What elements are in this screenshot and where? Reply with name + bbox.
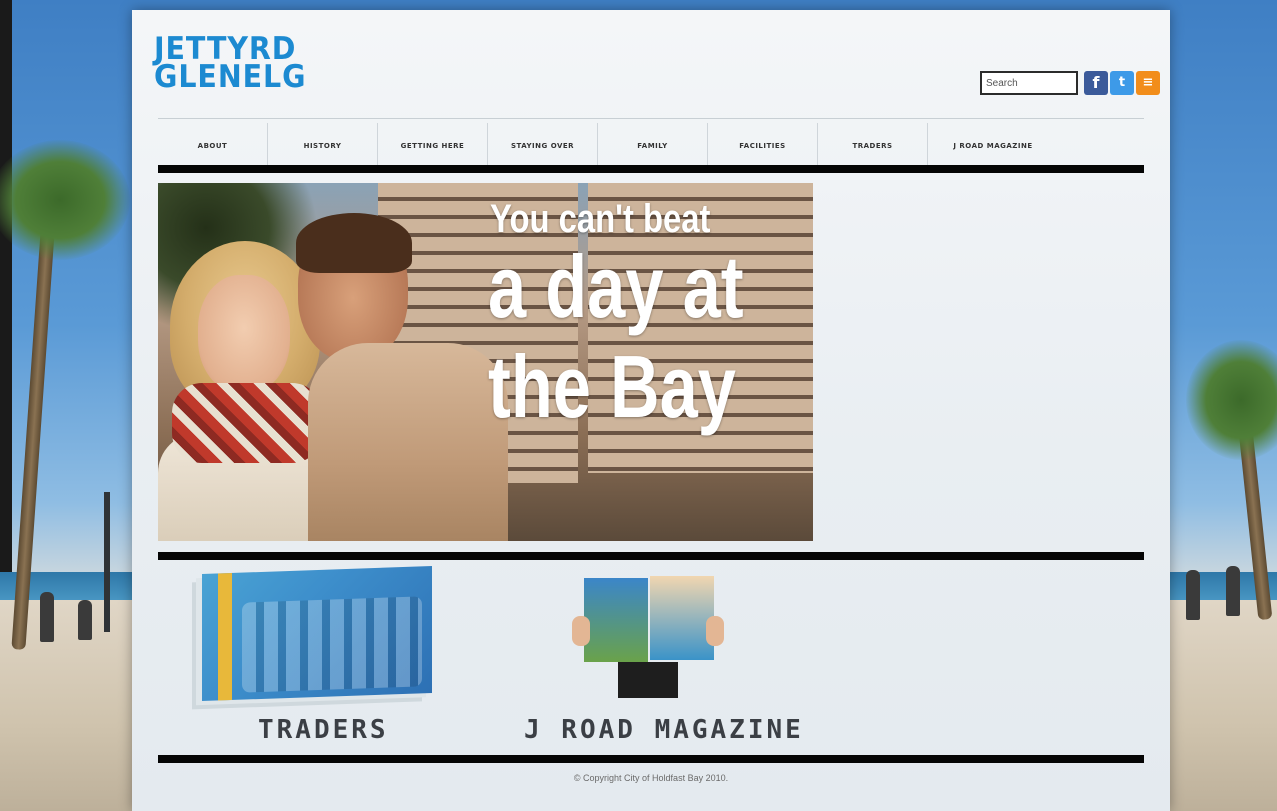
site-logo[interactable]: JETTYRD GLENELG [154,34,320,95]
traders-image-stripe [218,572,232,701]
nav-item-getting-here[interactable]: GETTING HERE [378,123,488,169]
hero-line-1: You can't beat [490,197,711,241]
logo-line-2: GLENELG [154,59,307,95]
nav-item-family[interactable]: FAMILY [598,123,708,169]
nav-divider [158,118,1144,119]
divider-bar-top [158,165,1144,173]
divider-bar-middle [158,552,1144,560]
hero-man-body [308,343,508,541]
traders-caption[interactable]: TRADERS [258,715,389,745]
hero-line-2: a day at [488,237,744,336]
nav-item-history[interactable]: HISTORY [268,123,378,169]
palm-leaves-left [0,140,130,260]
magazine-hand [706,616,724,646]
beach-person [1186,570,1200,620]
search-input[interactable]: Search [980,71,1078,95]
lamp-post [104,492,110,632]
nav-item-staying-over[interactable]: STAYING OVER [488,123,598,169]
twitter-icon[interactable]: t [1110,71,1134,95]
nav-item-traders[interactable]: TRADERS [818,123,928,169]
divider-bar-bottom [158,755,1144,763]
nav-item-facilities[interactable]: FACILITIES [708,123,818,169]
magazine-page-left [584,578,648,662]
nav-item-j-road-magazine[interactable]: J ROAD MAGAZINE [928,123,1058,169]
beach-person [78,600,92,640]
main-nav: ABOUT HISTORY GETTING HERE STAYING OVER … [158,123,1144,169]
footer-copyright: © Copyright City of Holdfast Bay 2010. [573,773,729,783]
beach-person [40,592,54,642]
magazine-hand [572,616,590,646]
hero-woman-face [198,275,290,393]
magazine-holder [618,662,678,698]
palm-leaves-right [1186,340,1277,460]
j-road-magazine-caption[interactable]: J ROAD MAGAZINE [524,715,804,745]
hero-banner[interactable]: You can't beat a day at the Bay [158,183,813,541]
magazine-page-right [650,576,714,660]
hero-scarf [172,383,322,463]
rss-icon[interactable]: ≡ [1136,71,1160,95]
facebook-icon[interactable]: f [1084,71,1108,95]
traders-image-tiles [242,596,422,693]
beach-person [1226,566,1240,616]
magazine-image[interactable] [572,566,724,698]
website-page: JETTYRD GLENELG Search f t ≡ ABOUT HISTO… [132,10,1170,811]
nav-item-about[interactable]: ABOUT [158,123,268,169]
traders-image[interactable] [202,565,432,702]
hero-line-3: the Bay [488,337,736,436]
hero-man-hair [296,213,412,273]
